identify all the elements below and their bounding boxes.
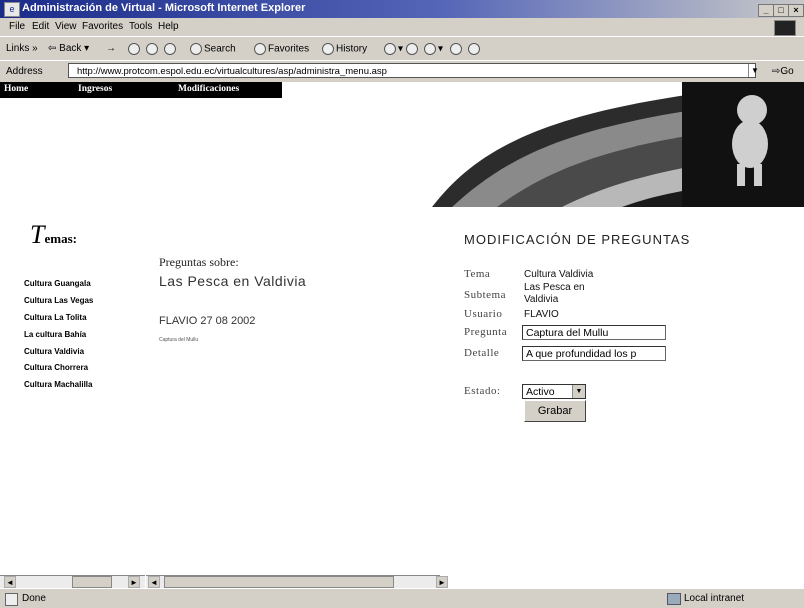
temas-heading: Temas:: [30, 220, 77, 250]
favorites-icon: [254, 43, 266, 55]
subtema-value-line2: Valdivia: [524, 294, 559, 305]
nav-ingresos[interactable]: Ingresos: [78, 84, 112, 94]
menu-view[interactable]: View: [55, 21, 77, 32]
maximize-button[interactable]: □: [773, 4, 789, 17]
back-arrow-icon: ⇦: [48, 43, 60, 54]
middle-frame-hscrollbar[interactable]: ◄ ►: [146, 575, 448, 589]
discuss-icon[interactable]: [450, 43, 464, 55]
mail-icon[interactable]: ▾: [384, 43, 403, 55]
nav-home[interactable]: Home: [4, 84, 28, 94]
detalle-input[interactable]: A que profundidad los p: [522, 346, 666, 361]
subtema-value-line1: Las Pesca en: [524, 282, 585, 293]
menu-file[interactable]: File: [9, 21, 25, 32]
temas-heading-rest: emas:: [44, 231, 77, 246]
status-bar: Done Local intranet: [0, 588, 804, 608]
address-input[interactable]: http://www.protcom.espol.edu.ec/virtualc…: [68, 63, 756, 78]
tema-label: Tema: [464, 268, 491, 280]
pregunta-input[interactable]: Captura del Mullu: [522, 325, 666, 340]
forward-button[interactable]: →: [106, 43, 116, 54]
history-button[interactable]: History: [322, 43, 367, 55]
subtema-label: Subtema: [464, 289, 506, 301]
estado-select[interactable]: Activo ▼: [522, 384, 586, 399]
tema-link-la-tolita[interactable]: Cultura La Tolita: [24, 313, 87, 322]
pregunta-link[interactable]: Captura del Mullu: [159, 337, 198, 343]
detalle-label: Detalle: [464, 347, 500, 359]
menu-tools[interactable]: Tools: [129, 21, 152, 32]
history-label: History: [336, 43, 368, 55]
site-nav-bar: Home Ingresos Modificaciones: [0, 82, 282, 98]
scroll-right-icon[interactable]: ►: [436, 576, 448, 588]
menu-edit[interactable]: Edit: [32, 21, 49, 32]
usuario-value: FLAVIO: [524, 309, 559, 320]
refresh-icon[interactable]: [146, 43, 160, 55]
scroll-thumb[interactable]: [72, 576, 112, 588]
print-icon[interactable]: [406, 43, 420, 55]
go-label: Go: [780, 66, 794, 77]
tema-link-chorrera[interactable]: Cultura Chorrera: [24, 363, 88, 372]
toolbar: Links » ⇦ Back ▾ → Search Favorites Hist…: [0, 36, 804, 61]
search-button[interactable]: Search: [190, 43, 236, 55]
temas-heading-initial: T: [30, 220, 45, 249]
scroll-thumb[interactable]: [164, 576, 394, 588]
tema-link-bahia[interactable]: La cultura Bahía: [24, 330, 86, 339]
back-button[interactable]: ⇦ Back ▾: [48, 43, 89, 54]
ie-app-icon: e: [4, 2, 20, 17]
form-title: MODIFICACIÓN DE PREGUNTAS: [464, 232, 691, 247]
preguntas-heading: Preguntas sobre:: [159, 255, 239, 269]
search-icon: [190, 43, 202, 55]
intranet-zone-icon: [667, 593, 681, 605]
header-banner-graphic: [432, 82, 804, 207]
menu-favorites[interactable]: Favorites: [82, 21, 123, 32]
status-text: Done: [22, 593, 46, 604]
scroll-right-icon[interactable]: ►: [128, 576, 140, 588]
home-icon[interactable]: [164, 43, 178, 55]
go-button[interactable]: ⇨Go: [772, 66, 794, 77]
preguntas-subject: Las Pesca en Valdivia: [159, 273, 307, 289]
edit-icon[interactable]: ▾: [424, 43, 443, 55]
title-bar: e Administración de Virtual - Microsoft …: [0, 0, 804, 18]
scroll-left-icon[interactable]: ◄: [4, 576, 16, 588]
tema-link-las-vegas[interactable]: Cultura Las Vegas: [24, 296, 93, 305]
messenger-icon[interactable]: [468, 43, 482, 55]
page-content: Home Ingresos Modificaciones Temas: Cult…: [0, 82, 804, 582]
search-label: Search: [204, 43, 236, 55]
back-label: Back: [59, 43, 82, 54]
estado-label: Estado:: [464, 385, 501, 397]
tema-link-valdivia[interactable]: Cultura Valdivia: [24, 347, 84, 356]
ie-logo-throbber: [774, 20, 796, 36]
menu-help[interactable]: Help: [158, 21, 179, 32]
history-icon: [322, 43, 334, 55]
address-bar: Address http://www.protcom.espol.edu.ec/…: [0, 60, 804, 84]
left-frame-hscrollbar[interactable]: ◄ ►: [0, 575, 145, 589]
nav-modificaciones[interactable]: Modificaciones: [178, 84, 239, 94]
tema-link-guangala[interactable]: Cultura Guangala: [24, 279, 91, 288]
favorites-button[interactable]: Favorites: [254, 43, 309, 55]
scroll-left-icon[interactable]: ◄: [148, 576, 160, 588]
address-label: Address: [6, 66, 43, 77]
favorites-label: Favorites: [268, 43, 310, 55]
page-done-icon: [5, 593, 18, 606]
dropdown-arrow-icon: ▼: [572, 385, 585, 398]
stop-icon[interactable]: [128, 43, 142, 55]
preguntas-user-date: FLAVIO 27 08 2002: [159, 315, 256, 327]
window-title: Administración de Virtual - Microsoft In…: [22, 2, 306, 14]
address-dropdown-icon[interactable]: ▼: [748, 64, 761, 77]
close-button[interactable]: ×: [788, 4, 804, 17]
pregunta-label: Pregunta: [464, 326, 508, 338]
grabar-button[interactable]: Grabar: [524, 400, 586, 422]
minimize-button[interactable]: _: [758, 4, 774, 17]
tema-value: Cultura Valdivia: [524, 269, 594, 280]
usuario-label: Usuario: [464, 308, 503, 320]
security-zone-label: Local intranet: [684, 593, 745, 604]
menu-bar: File Edit View Favorites Tools Help: [0, 18, 804, 36]
estado-selected-value: Activo: [526, 386, 555, 398]
tema-link-machalilla[interactable]: Cultura Machalilla: [24, 380, 92, 389]
links-button[interactable]: Links »: [6, 43, 38, 54]
